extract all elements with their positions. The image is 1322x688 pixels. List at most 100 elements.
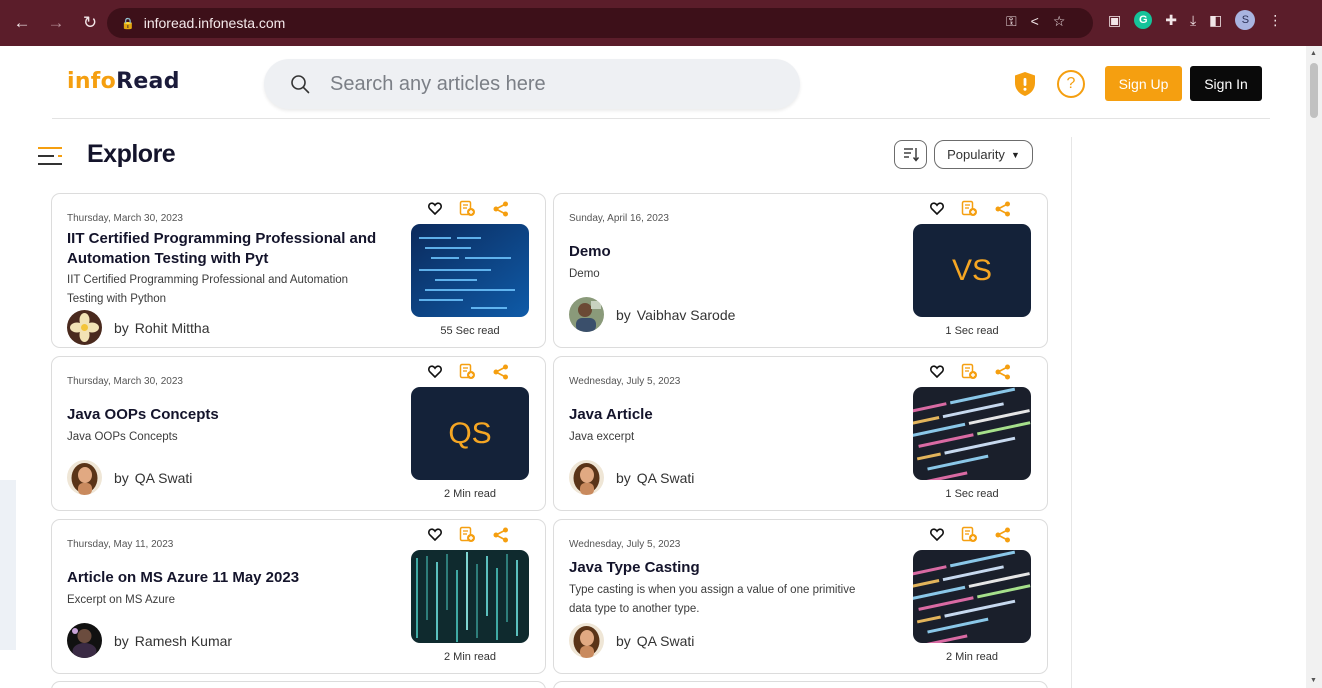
article-thumbnail[interactable] [913,387,1031,480]
article-author[interactable]: by Rohit Mittha [67,310,210,345]
by-label: by [616,306,631,323]
author-name[interactable]: Ramesh Kumar [135,633,232,649]
author-name[interactable]: QA Swati [637,470,695,486]
author-name[interactable]: QA Swati [135,470,193,486]
article-author[interactable]: by Ramesh Kumar [67,623,232,658]
bookmark-add-icon[interactable] [961,200,978,217]
star-icon[interactable]: ☆ [1053,13,1066,30]
scroll-up-icon[interactable]: ▲ [1310,50,1317,57]
article-date: Wednesday, July 5, 2023 [569,539,681,550]
search-icon [291,75,310,94]
author-avatar [67,623,102,658]
card-actions [930,200,1011,217]
article-thumbnail[interactable] [913,550,1031,643]
article-title[interactable]: IIT Certified Programming Professional a… [67,229,397,269]
logo[interactable]: infoRead [67,69,180,94]
sign-in-button[interactable]: Sign In [1190,66,1262,101]
by-label: by [114,632,129,649]
share-icon[interactable] [995,364,1011,380]
grammarly-icon[interactable]: G [1134,11,1153,29]
article-card[interactable]: Thursday, March 30, 2023 Java OOPs Conce… [51,356,546,511]
article-excerpt: Java excerpt [569,431,635,443]
article-thumbnail[interactable]: VS [913,224,1031,317]
share-icon[interactable] [493,527,509,543]
page-edge-shade [0,480,16,650]
article-author[interactable]: by QA Swati [569,623,694,658]
author-name[interactable]: Vaibhav Sarode [637,307,736,323]
bookmark-add-icon[interactable] [961,363,978,380]
read-time: 55 Sec read [440,325,500,337]
caret-down-icon: ▼ [1010,149,1020,160]
article-card[interactable]: Thursday, March 30, 2023 IIT Certified P… [51,193,546,348]
heart-icon[interactable] [428,202,442,215]
bookmark-add-icon[interactable] [961,526,978,543]
read-time: 1 Sec read [945,488,999,500]
article-author[interactable]: by QA Swati [67,460,192,495]
share-icon[interactable]: < [1031,13,1039,30]
lock-icon[interactable]: 🔒 [121,17,135,30]
search-placeholder: Search any articles here [330,72,546,95]
scrollbar[interactable]: ▲ ▼ [1306,46,1322,688]
article-thumbnail[interactable]: QS [411,387,529,480]
browser-toolbar: ← → ↻ 🔒 inforead.infonesta.com ⚿ < ☆ ▣ G… [0,0,1322,46]
share-icon[interactable] [995,201,1011,217]
bookmark-add-icon[interactable] [459,200,476,217]
article-card[interactable]: Wednesday, July 5, 2023 Java Type Castin… [553,519,1048,674]
back-icon[interactable]: ← [12,13,32,33]
card-actions [930,363,1011,380]
address-bar[interactable]: 🔒 inforead.infonesta.com [107,8,1093,38]
article-title[interactable]: Java Type Casting [569,558,899,578]
article-card[interactable]: Sunday, April 16, 2023 Demo Demo by Vaibh… [553,193,1048,348]
article-title[interactable]: Java OOPs Concepts [67,405,397,425]
search-input[interactable]: Search any articles here [264,59,800,109]
article-excerpt: Type casting is when you assign a value … [569,584,856,615]
article-title[interactable]: Demo [569,242,899,262]
author-name[interactable]: QA Swati [637,633,695,649]
heart-icon[interactable] [930,365,944,378]
article-card[interactable] [51,681,546,688]
by-label: by [114,319,129,336]
bookmark-add-icon[interactable] [459,363,476,380]
logo-part-read: Read [116,69,180,94]
sign-up-button[interactable]: Sign Up [1105,66,1182,101]
heart-icon[interactable] [930,202,944,215]
article-card[interactable]: Thursday, May 11, 2023 Article on MS Azu… [51,519,546,674]
download-icon[interactable]: ⤓ [1190,12,1196,29]
author-name[interactable]: Rohit Mittha [135,320,210,336]
article-author[interactable]: by Vaibhav Sarode [569,297,735,332]
sort-select[interactable]: Popularity ▼ [934,140,1033,169]
article-card[interactable] [553,681,1048,688]
heart-icon[interactable] [930,528,944,541]
article-card[interactable]: Wednesday, July 5, 2023 Java Article Jav… [553,356,1048,511]
sort-button[interactable] [894,140,927,169]
article-thumbnail[interactable] [411,550,529,643]
read-time: 2 Min read [946,651,998,663]
help-icon[interactable]: ? [1057,70,1085,98]
share-icon[interactable] [493,364,509,380]
article-excerpt: Excerpt on MS Azure [67,594,176,606]
puzzle-icon[interactable]: ✚ [1165,12,1177,29]
article-title[interactable]: Article on MS Azure 11 May 2023 [67,568,397,588]
read-time: 1 Sec read [945,325,999,337]
share-icon[interactable] [995,527,1011,543]
extension-icon[interactable]: ▣ [1108,12,1121,29]
scroll-down-icon[interactable]: ▼ [1310,677,1317,684]
article-thumbnail[interactable] [411,224,529,317]
share-icon[interactable] [493,201,509,217]
filter-menu-icon[interactable] [36,144,64,168]
heart-icon[interactable] [428,365,442,378]
profile-avatar[interactable]: S [1235,10,1256,30]
menu-kebab-icon[interactable]: ⋮ [1268,12,1282,29]
article-title[interactable]: Java Article [569,405,899,425]
bookmark-add-icon[interactable] [459,526,476,543]
sidepanel-icon[interactable]: ◧ [1209,12,1222,29]
article-author[interactable]: by QA Swati [569,460,694,495]
scrollbar-thumb[interactable] [1310,63,1318,118]
reload-icon[interactable]: ↻ [80,13,100,33]
heart-icon[interactable] [428,528,442,541]
shield-icon[interactable] [1014,71,1036,97]
key-icon[interactable]: ⚿ [1006,13,1017,30]
card-actions [428,200,509,217]
page-title: Explore [87,140,176,168]
forward-icon[interactable]: → [46,13,66,33]
